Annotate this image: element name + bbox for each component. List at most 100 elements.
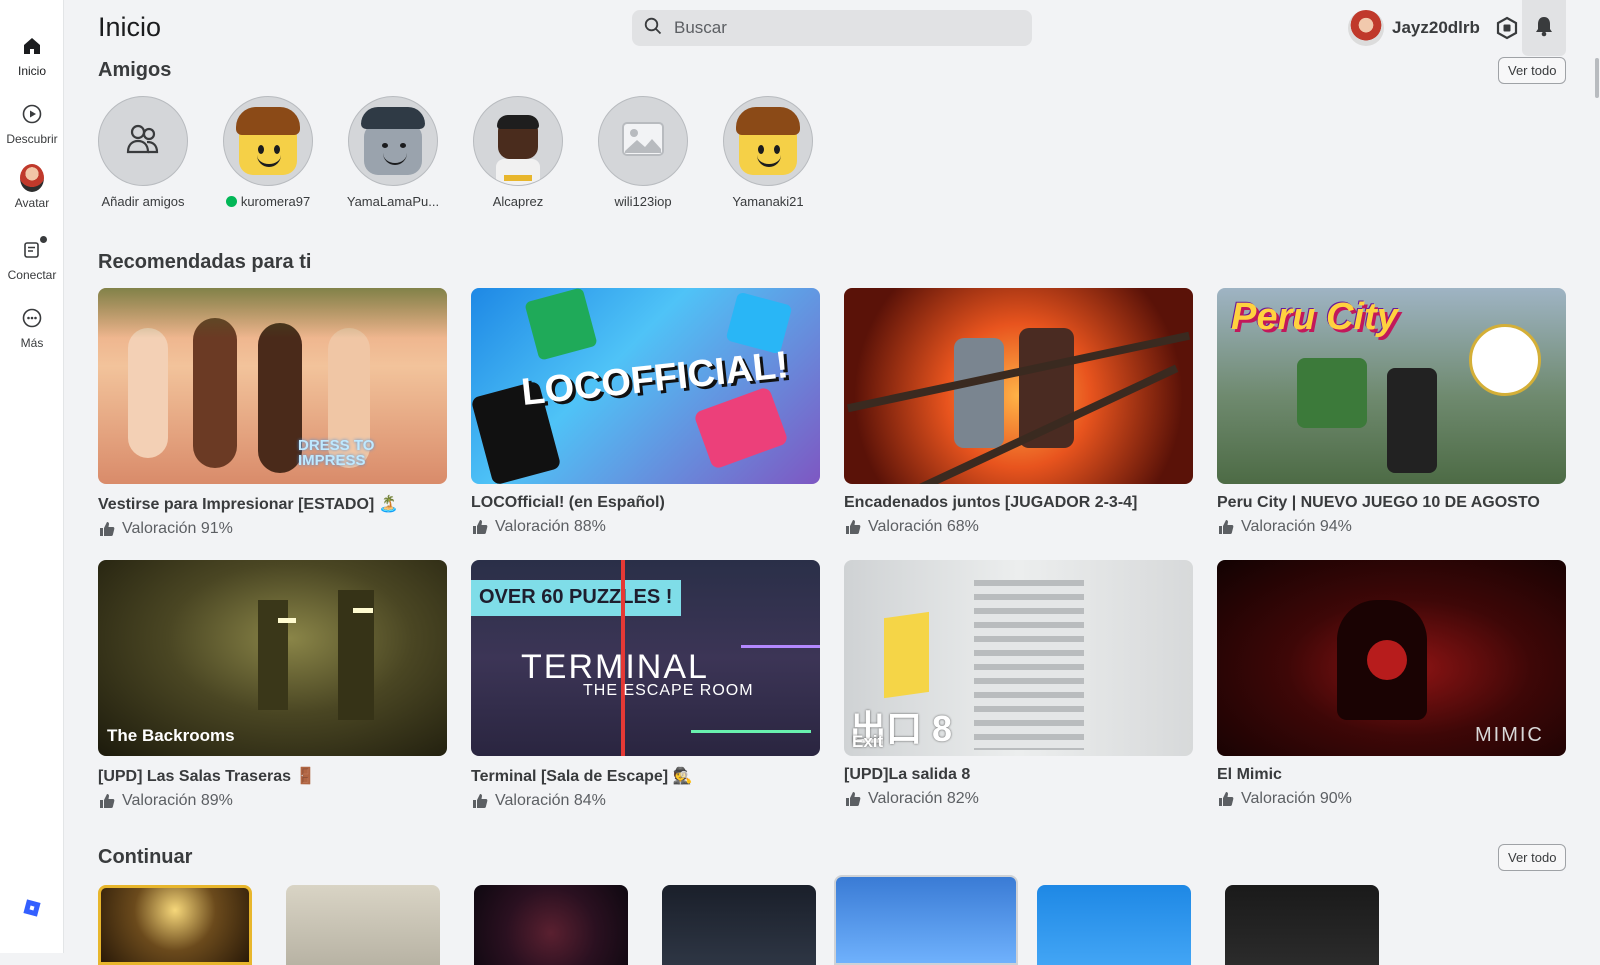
bell-icon — [1534, 15, 1554, 42]
search-icon — [644, 17, 662, 40]
nav-item-inicio[interactable]: Inicio — [0, 34, 64, 90]
game-thumbnail[interactable]: LOCOFFICIAL! — [471, 288, 820, 484]
game-card[interactable]: Peru City Peru City | NUEVO JUEGO 10 DE … — [1217, 288, 1566, 536]
rating-text: Valoración 68% — [868, 518, 979, 535]
friend-item[interactable]: wili123iop — [588, 96, 698, 209]
thumbnail-sublabel: Exit — [852, 732, 884, 751]
friend-item[interactable]: kuromera97 — [213, 96, 323, 209]
continue-game-tile[interactable] — [98, 885, 252, 965]
online-status-dot — [225, 196, 237, 207]
add-friends-icon — [123, 122, 163, 161]
thumbs-up-icon — [846, 792, 861, 806]
thumbnail-banner: OVER 60 PUZZLES ! — [479, 586, 673, 608]
search-input[interactable] — [674, 18, 1004, 38]
avatar[interactable] — [1348, 10, 1384, 46]
thumbs-up-icon — [473, 794, 488, 808]
game-rating: Valoración 88% — [471, 518, 820, 536]
game-rating: Valoración 89% — [98, 792, 447, 810]
friend-name: kuromera97 — [240, 194, 311, 209]
continue-game-tile[interactable] — [1037, 885, 1191, 965]
thumbs-up-icon — [846, 520, 861, 534]
game-title: Vestirse para Impresionar [ESTADO] 🏝️ — [98, 496, 399, 513]
friend-name: Alcaprez — [492, 194, 544, 209]
game-card[interactable]: OVER 60 PUZZLES ! TERMINAL THE ESCAPE RO… — [471, 560, 820, 810]
game-rating: Valoración 84% — [471, 792, 820, 810]
thumbnail-label: Peru City — [1231, 296, 1398, 338]
thumbnail-label: MIMIC — [1475, 724, 1544, 746]
friend-avatar[interactable] — [598, 96, 688, 186]
game-title: Peru City | NUEVO JUEGO 10 DE AGOSTO — [1217, 494, 1540, 511]
thumbs-up-icon — [100, 794, 115, 808]
nav-label: Descubrir — [6, 132, 58, 146]
game-card[interactable]: Encadenados juntos [JUGADOR 2-3-4] Valor… — [844, 288, 1193, 536]
thumbnail-label: The Backrooms — [107, 726, 235, 745]
game-thumbnail[interactable]: The Backrooms — [98, 560, 447, 756]
friend-name: wili123iop — [614, 194, 672, 209]
nav-item-avatar[interactable]: Avatar — [0, 164, 64, 222]
thumbs-up-icon — [1219, 520, 1234, 534]
thumbnail-sublabel: THE ESCAPE ROOM — [583, 682, 754, 699]
nav-label: Avatar — [14, 196, 50, 210]
friend-add[interactable]: Añadir amigos — [88, 96, 198, 209]
continue-game-tile[interactable] — [286, 885, 440, 965]
continue-game-tile[interactable] — [834, 875, 1018, 965]
nav-item-mas[interactable]: Más — [0, 306, 64, 362]
game-thumbnail[interactable] — [844, 288, 1193, 484]
game-card[interactable]: DRESS TO IMPRESS Vestirse para Impresion… — [98, 288, 447, 538]
friend-avatar[interactable] — [223, 96, 313, 186]
continue-see-all-button[interactable]: Ver todo — [1498, 844, 1567, 871]
continue-game-tile[interactable] — [474, 885, 628, 965]
game-card[interactable]: The Backrooms [UPD] Las Salas Traseras 🚪… — [98, 560, 447, 810]
game-title: Terminal [Sala de Escape] 🕵️ — [471, 768, 693, 785]
continue-title: Continuar — [98, 846, 193, 868]
scrollbar-thumb[interactable] — [1595, 58, 1599, 98]
game-title: El Mimic — [1217, 766, 1282, 783]
game-thumbnail[interactable]: MIMIC — [1217, 560, 1566, 756]
rating-text: Valoración 84% — [495, 792, 606, 809]
continue-game-tile[interactable] — [662, 885, 816, 965]
game-title: [UPD]La salida 8 — [844, 766, 971, 783]
friend-name: Yamanaki21 — [732, 194, 804, 209]
friends-see-all-button[interactable]: Ver todo — [1498, 57, 1567, 84]
notifications-button[interactable] — [1522, 0, 1566, 56]
rating-text: Valoración 89% — [122, 792, 233, 809]
game-thumbnail[interactable]: Peru City — [1217, 288, 1566, 484]
game-rating: Valoración 68% — [844, 518, 1193, 536]
more-icon — [20, 306, 44, 330]
game-title: LOCOfficial! (en Español) — [471, 494, 665, 511]
friend-item[interactable]: Yamanaki21 — [713, 96, 823, 209]
friend-avatar[interactable] — [473, 96, 563, 186]
nav-item-conectar[interactable]: Conectar — [0, 236, 64, 294]
game-title: [UPD] Las Salas Traseras 🚪 — [98, 768, 316, 785]
friend-avatar[interactable] — [348, 96, 438, 186]
thumbs-up-icon — [473, 520, 488, 534]
game-rating: Valoración 90% — [1217, 790, 1566, 808]
friend-avatar[interactable] — [723, 96, 813, 186]
roblox-logo-icon[interactable] — [21, 897, 43, 919]
friend-item[interactable]: Alcaprez — [463, 96, 573, 209]
friend-name: Añadir amigos — [101, 194, 185, 209]
game-thumbnail[interactable]: DRESS TO IMPRESS — [98, 288, 447, 484]
continue-game-tile[interactable] — [1225, 885, 1379, 965]
game-rating: Valoración 91% — [98, 520, 447, 538]
search-bar[interactable] — [632, 10, 1032, 46]
game-card[interactable]: MIMIC El Mimic Valoración 90% — [1217, 560, 1566, 808]
username[interactable]: Jayz20dlrb — [1392, 18, 1480, 38]
friend-item[interactable]: YamaLamaPu... — [338, 96, 448, 209]
game-card[interactable]: LOCOFFICIAL! LOCOfficial! (en Español) V… — [471, 288, 820, 536]
game-thumbnail[interactable]: OVER 60 PUZZLES ! TERMINAL THE ESCAPE RO… — [471, 560, 820, 756]
rating-text: Valoración 94% — [1241, 518, 1352, 535]
left-nav: Inicio Descubrir Avatar Conectar Más — [0, 0, 64, 953]
game-thumbnail[interactable]: 出口 8 Exit — [844, 560, 1193, 756]
add-friends-circle[interactable] — [98, 96, 188, 186]
nav-label: Conectar — [7, 268, 57, 282]
robux-icon[interactable] — [1494, 15, 1520, 41]
page-title: Inicio — [98, 12, 162, 42]
nav-item-descubrir[interactable]: Descubrir — [0, 102, 64, 158]
game-card[interactable]: 出口 8 Exit [UPD]La salida 8 Valoración 82… — [844, 560, 1193, 808]
avatar-icon — [20, 164, 44, 192]
thumbnail-label: DRESS TO IMPRESS — [298, 437, 375, 469]
recommended-title: Recomendadas para ti — [98, 251, 312, 273]
user-menu[interactable]: Jayz20dlrb — [1348, 10, 1520, 46]
image-placeholder-icon — [621, 121, 665, 162]
